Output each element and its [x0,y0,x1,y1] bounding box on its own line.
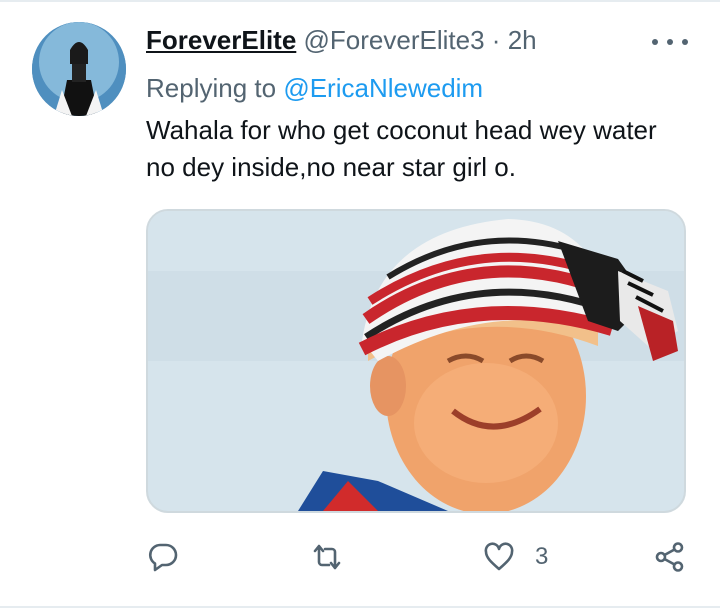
replying-to-prefix: Replying to [146,73,277,103]
tweet-actions: 3 [0,535,720,579]
avatar-image [32,22,126,116]
retweet-button[interactable] [311,535,343,579]
avatar[interactable] [32,22,126,116]
share-button[interactable] [654,535,686,579]
replying-to-mention[interactable]: @EricaNlewedim [283,73,483,103]
media-illustration [148,211,684,511]
reply-button[interactable] [147,535,179,579]
reply-icon [148,543,178,572]
tweet-text: Wahala for who get coconut head wey wate… [146,115,657,182]
author-display-name[interactable]: ForeverElite [146,25,296,55]
share-icon [655,542,684,572]
replying-to: Replying to @EricaNlewedim [146,72,483,104]
author-handle[interactable]: @ForeverElite3 [304,25,485,55]
separator-dot: · [491,25,501,55]
tweet-media-image[interactable] [146,209,686,513]
more-horizontal-icon[interactable] [652,30,688,54]
like-count: 3 [535,543,549,570]
bottom-divider [0,606,720,608]
retweet-icon [313,544,341,570]
tweet-time[interactable]: 2h [508,25,537,55]
heart-icon [484,542,514,571]
top-divider [0,0,720,2]
tweet-header: ForeverElite @ForeverElite3 · 2h [146,24,537,56]
like-button[interactable]: 3 [483,535,548,579]
